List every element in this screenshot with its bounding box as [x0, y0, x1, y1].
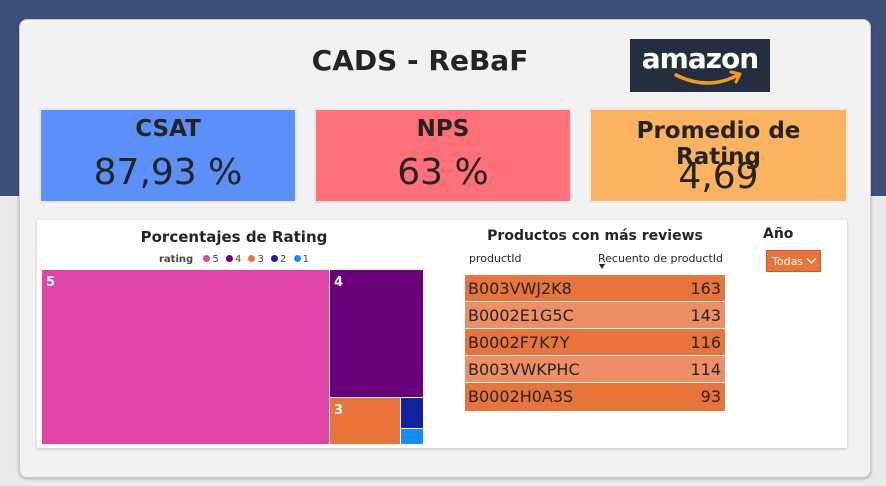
treemap-legend: rating 5 4 3 2 1 — [44, 254, 424, 265]
amazon-smile-icon — [674, 70, 742, 85]
csat-label: CSAT — [135, 116, 201, 142]
cell-count: 163 — [690, 279, 721, 298]
table-row[interactable]: B003VWJ2K8 163 — [465, 275, 725, 302]
rating-value: 4,69 — [678, 156, 759, 197]
legend-dot-3 — [248, 255, 256, 262]
treemap-tile-4[interactable]: 4 — [330, 270, 424, 398]
cell-productid: B0002H0A3S — [468, 387, 574, 406]
treemap-title: Porcentajes de Rating — [140, 228, 328, 246]
chevron-down-icon[interactable] — [806, 255, 817, 266]
column-header-productid[interactable]: productId — [469, 252, 522, 265]
legend-label-4: 4 — [234, 254, 242, 265]
legend-dot-4 — [225, 255, 233, 262]
treemap-tile-3[interactable]: 3 — [330, 398, 401, 445]
legend-dot-2 — [271, 255, 279, 262]
table-row[interactable]: B0002E1G5C 143 — [465, 302, 725, 329]
csat-card[interactable]: CSAT 87,93 % — [39, 108, 297, 203]
nps-label: NPS — [416, 116, 470, 142]
legend-title: rating — [159, 254, 194, 265]
treemap-tile-2[interactable] — [401, 398, 424, 429]
nps-value: 63 % — [397, 152, 489, 193]
nps-card[interactable]: NPS 63 % — [314, 108, 572, 203]
year-dropdown[interactable]: Todas — [766, 250, 821, 272]
cell-count: 93 — [700, 387, 721, 406]
table-row[interactable]: B003VWKPHC 114 — [465, 356, 725, 383]
treemap-tile-5[interactable]: 5 — [42, 270, 330, 445]
cell-count: 143 — [690, 306, 721, 325]
cell-count: 114 — [690, 360, 721, 379]
page-title: CADS - ReBaF — [311, 44, 529, 77]
tile-label-4: 4 — [334, 275, 344, 290]
tile-label-5: 5 — [46, 275, 56, 290]
legend-dot-1 — [293, 255, 301, 262]
tile-label-3: 3 — [334, 403, 344, 418]
year-dropdown-value: Todas — [772, 255, 804, 268]
table-title: Productos con más reviews — [487, 228, 703, 244]
cell-productid: B003VWJ2K8 — [468, 279, 572, 298]
year-slicer-title: Año — [763, 226, 794, 242]
column-header-count[interactable]: Recuento de productId — [598, 252, 723, 265]
csat-value: 87,93 % — [93, 152, 243, 193]
rating-card[interactable]: Promedio de Rating 4,69 — [589, 108, 848, 203]
legend-label-5: 5 — [212, 254, 219, 265]
cell-productid: B0002E1G5C — [468, 306, 574, 325]
cell-count: 116 — [690, 333, 721, 352]
cell-productid: B0002F7K7Y — [468, 333, 570, 352]
legend-label-1: 1 — [302, 254, 309, 265]
cell-productid: B003VWKPHC — [468, 360, 580, 379]
legend-label-3: 3 — [257, 254, 264, 265]
table-row[interactable]: B0002F7K7Y 116 — [465, 329, 725, 356]
sort-descending-icon[interactable] — [599, 264, 605, 269]
legend-label-2: 2 — [280, 254, 287, 265]
amazon-logo: amazon — [630, 39, 770, 92]
legend-dot-5 — [203, 255, 211, 262]
treemap-tile-1[interactable] — [401, 429, 424, 445]
table-row[interactable]: B0002H0A3S 93 — [465, 383, 725, 412]
